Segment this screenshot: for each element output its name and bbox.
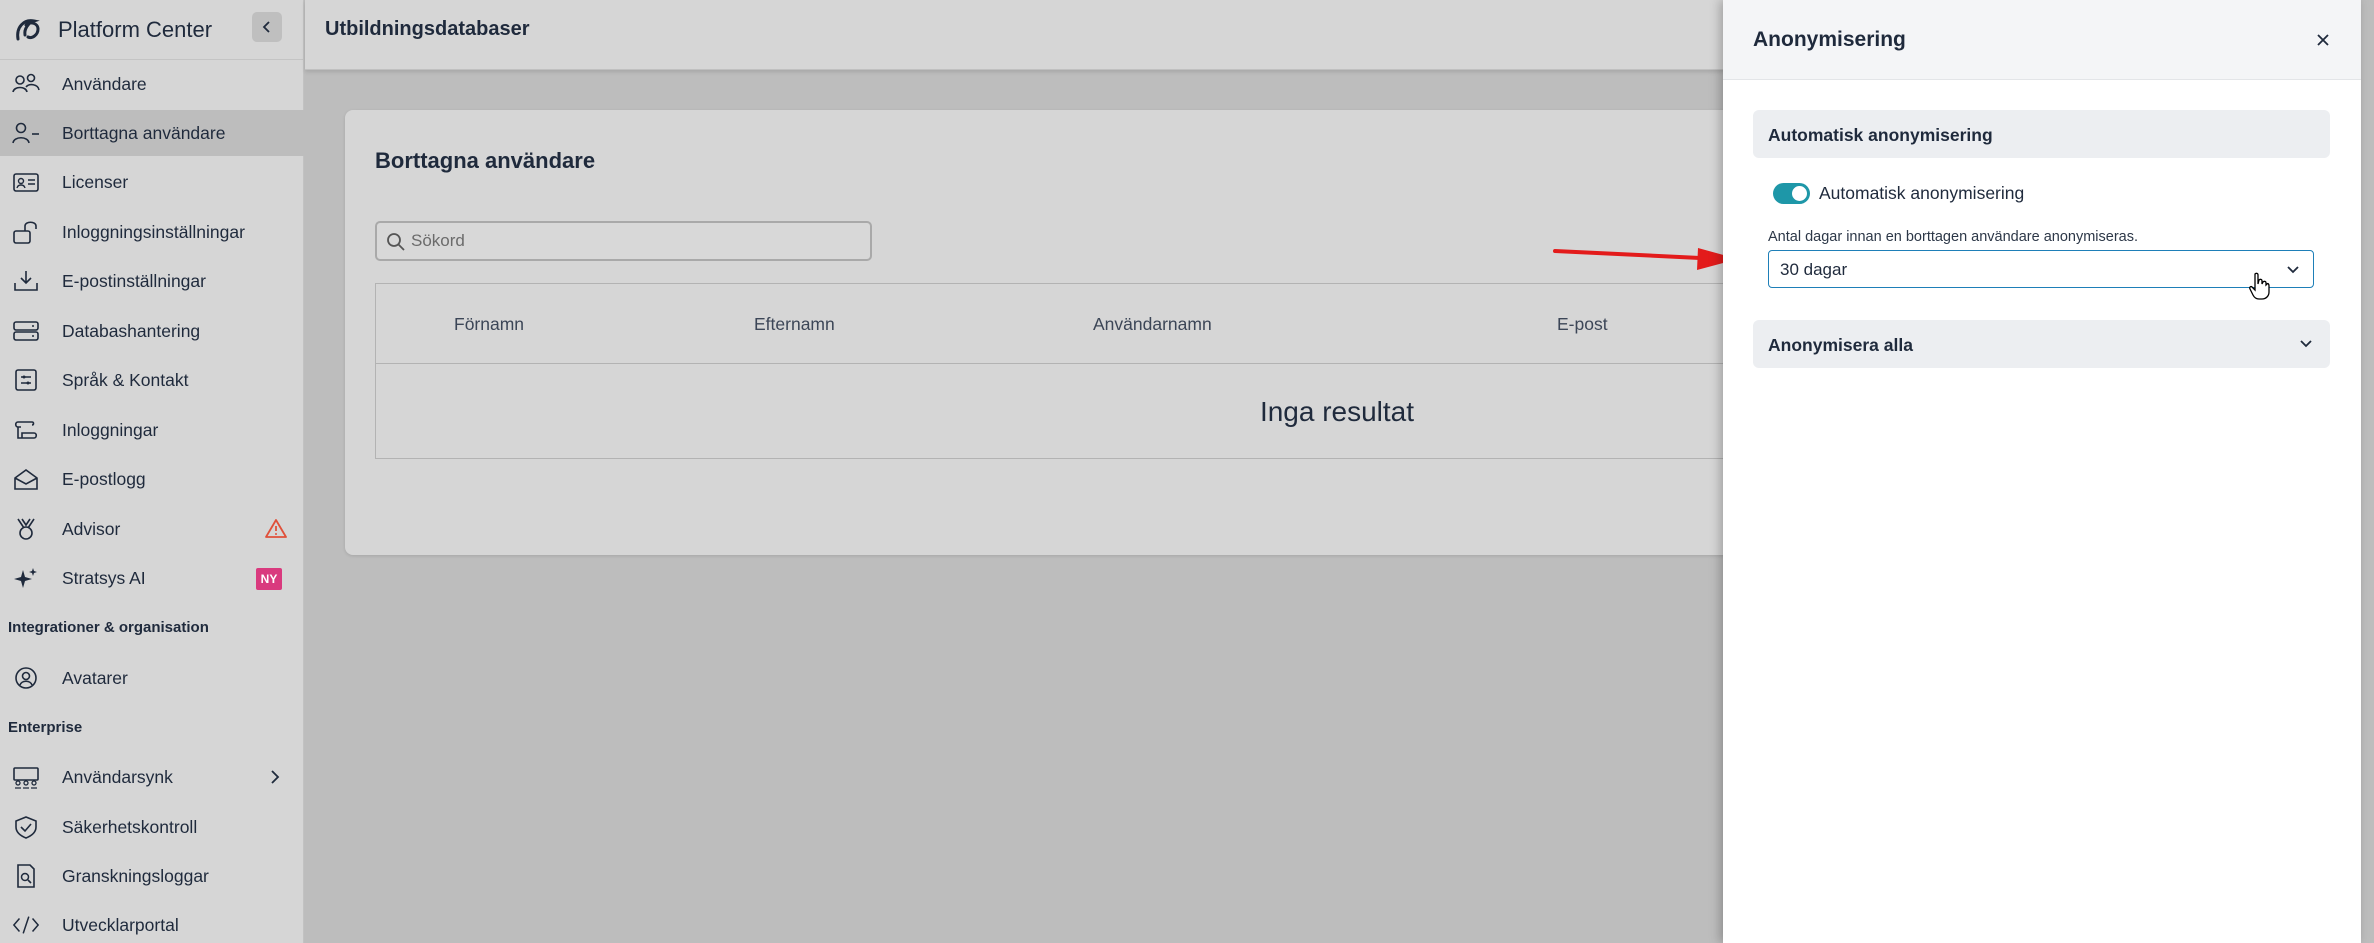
id-card-icon [12,170,40,194]
unlock-icon [12,220,40,244]
user-circle-icon [12,666,40,690]
page-title: Borttagna användare [375,148,596,173]
sidebar-item-advisor[interactable]: Advisor [0,506,304,552]
sidebar-item-label: Inloggningar [62,419,159,440]
sidebar-item-label: Advisor [62,518,121,539]
sidebar-item-email-settings[interactable]: E-postinställningar [0,258,304,304]
brand-header: Platform Center [0,0,303,60]
sidebar-item-label: E-postlogg [62,468,146,489]
chevron-down-icon [2285,263,2301,281]
collapse-sidebar-button[interactable] [252,12,282,42]
sidebar-item-label: Borttagna användare [62,122,226,143]
sidebar-item-deleted-users[interactable]: Borttagna användare [0,110,304,156]
sidebar-item-language-contact[interactable]: Språk & Kontakt [0,357,304,403]
drawer-title: Anonymisering [1753,28,1906,51]
sidebar-item-licenses[interactable]: Licenser [0,159,304,205]
users-icon [12,72,40,96]
sidebar-item-label: Språk & Kontakt [62,369,189,390]
medal-icon [12,517,40,541]
section-heading-enterprise: Enterprise [8,719,83,736]
toggle-knob [1792,186,1807,201]
column-header-last-name[interactable]: Efternamn [754,314,835,335]
sidebar-item-label: E-postinställningar [62,270,206,291]
sidebar-item-security-check[interactable]: Säkerhetskontroll [0,804,304,850]
sidebar-item-user-sync[interactable]: Användarsynk [0,754,304,800]
chevron-down-icon [2298,337,2314,355]
auto-anonymization-section-header[interactable]: Automatisk anonymisering [1753,110,2330,158]
sidebar-item-login-settings[interactable]: Inloggningsinställningar [0,209,304,255]
search-icon [386,232,406,257]
team-sync-icon [12,765,40,789]
sidebar-item-label: Säkerhetskontroll [62,816,198,837]
column-header-username[interactable]: Användarnamn [1093,314,1212,335]
user-minus-icon [12,121,40,145]
toggle-label: Automatisk anonymisering [1819,183,2025,203]
section-title: Anonymisera alla [1768,335,1913,355]
annotation-arrow [1553,248,1738,270]
search-box[interactable] [375,221,872,261]
top-bar-title: Utbildningsdatabaser [325,18,530,40]
document-search-icon [12,864,40,888]
stratsys-logo-icon [12,15,42,45]
download-tray-icon [12,269,40,293]
shield-check-icon [12,815,40,839]
column-header-email[interactable]: E-post [1557,314,1608,335]
sidebar-item-label: Utvecklarportal [62,914,179,935]
sidebar-item-audit-logs[interactable]: Granskningsloggar [0,853,304,899]
chevron-right-icon [268,768,282,791]
days-select[interactable]: 30 dagar [1768,250,2314,288]
code-icon [12,913,40,937]
auto-anonymization-toggle[interactable] [1773,183,1810,204]
table-header: Förnamn Efternamn Användarnamn E-post [376,284,1764,364]
sidebar-item-logins[interactable]: Inloggningar [0,407,304,453]
brand-name: Platform Center [58,16,213,42]
close-icon[interactable] [2313,30,2333,50]
sidebar-item-database-management[interactable]: Databashantering [0,308,304,354]
section-title: Automatisk anonymisering [1768,125,1993,145]
server-icon [12,319,40,343]
section-heading-integrations: Integrationer & organisation [8,619,209,636]
sidebar: Platform Center Användare Borttagna anvä… [0,0,304,943]
scroll-icon [12,418,40,442]
sidebar-item-label: Användarsynk [62,766,173,787]
sidebar-item-label: Användare [62,73,147,94]
days-field-label: Antal dagar innan en borttagen användare… [1768,229,2139,245]
warning-icon [265,518,287,543]
sidebar-item-label: Inloggningsinställningar [62,221,245,242]
days-select-value: 30 dagar [1780,260,1848,279]
settings-panel-icon [12,368,40,392]
drawer-header: Anonymisering [1723,0,2361,80]
deleted-users-card: Borttagna användare Förnamn Efternamn An… [345,110,1765,555]
new-badge: NY [256,568,282,590]
hand-cursor-icon [2249,272,2270,300]
sparkles-icon [12,566,40,590]
sidebar-item-label: Databashantering [62,320,201,341]
sidebar-item-avatars[interactable]: Avatarer [0,655,304,701]
sidebar-item-label: Avatarer [62,667,128,688]
sidebar-item-email-log[interactable]: E-postlogg [0,456,304,502]
anonymization-drawer: Anonymisering Automatisk anonymisering A… [1723,0,2361,943]
anonymize-all-section-header[interactable]: Anonymisera alla [1753,320,2330,368]
sidebar-item-label: Granskningsloggar [62,865,209,886]
sidebar-item-label: Licenser [62,171,129,192]
sidebar-item-label: Stratsys AI [62,567,146,588]
top-bar: Utbildningsdatabaser [305,0,1725,70]
sidebar-item-developer-portal[interactable]: Utvecklarportal [0,902,304,943]
users-table: Förnamn Efternamn Användarnamn E-post In… [375,283,1765,459]
chevron-left-icon [262,21,270,33]
search-input[interactable] [411,229,851,253]
mail-open-icon [12,467,40,491]
sidebar-item-stratsys-ai[interactable]: Stratsys AI NY [0,555,304,601]
sidebar-item-users[interactable]: Användare [0,61,304,107]
column-header-first-name[interactable]: Förnamn [454,314,524,335]
